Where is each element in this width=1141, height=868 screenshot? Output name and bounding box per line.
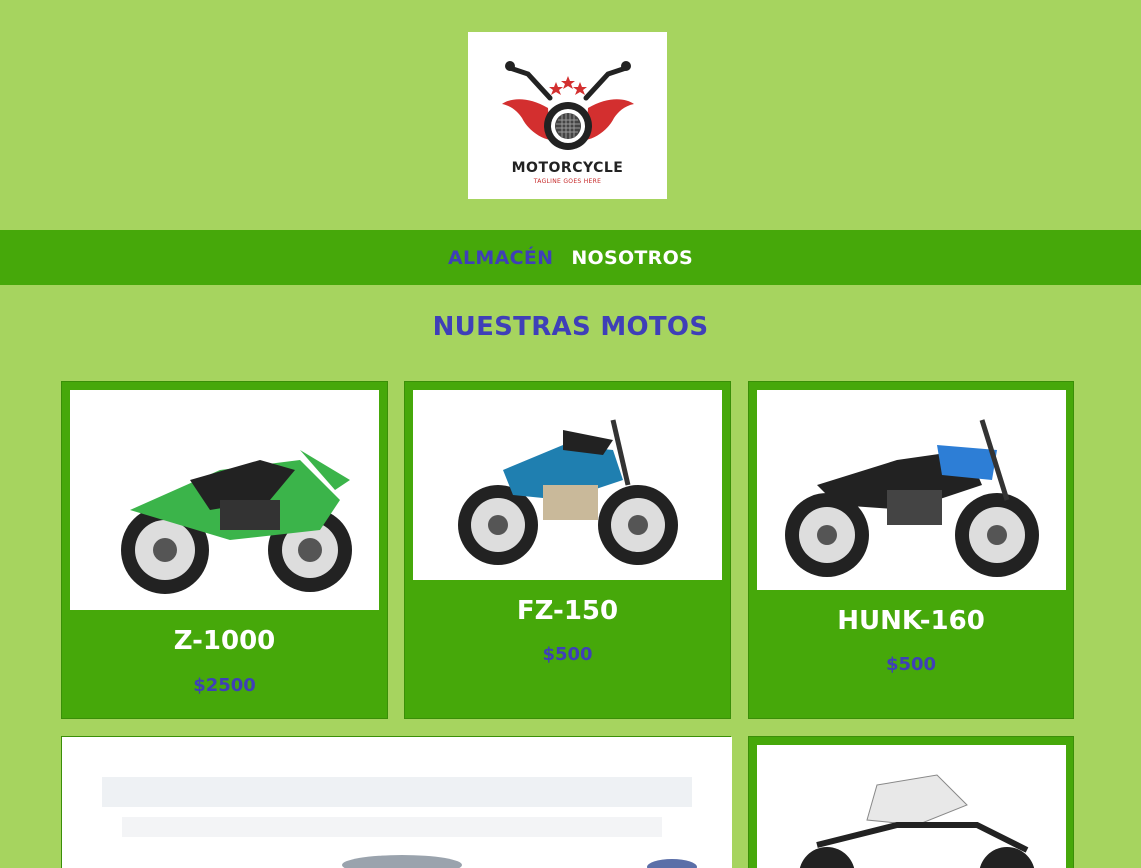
nav-item-almacen[interactable]: ALMACÉN [448, 247, 553, 269]
motorcycle-image-icon [757, 745, 1066, 868]
product-image[interactable] [757, 390, 1066, 590]
brand-name: MOTORCYCLE [511, 160, 624, 176]
product-name: FZ-150 [516, 596, 619, 626]
motorcycle-image-icon [62, 737, 732, 868]
page-title: NUESTRAS MOTOS [432, 312, 709, 342]
product-card[interactable] [61, 736, 732, 868]
motorcycle-image-icon [757, 390, 1066, 590]
motorcycle-image-icon [413, 390, 722, 580]
product-price: $500 [542, 644, 593, 665]
motorcycle-image-icon [70, 390, 379, 610]
product-card[interactable]: HUNK-160 $500 [748, 381, 1074, 719]
product-image[interactable] [413, 390, 722, 580]
product-image[interactable] [70, 390, 379, 610]
product-card[interactable] [748, 736, 1074, 868]
brand-logo[interactable]: MOTORCYCLE TAGLINE GOES HERE [468, 32, 667, 199]
product-card[interactable]: Z-1000 $2500 [61, 381, 388, 719]
brand-tagline: TAGLINE GOES HERE [533, 178, 602, 185]
nav-item-nosotros[interactable]: NOSOTROS [571, 247, 693, 269]
motorcycle-logo-icon [501, 61, 634, 150]
product-name: HUNK-160 [837, 606, 985, 636]
product-image[interactable] [757, 745, 1066, 868]
product-image[interactable] [62, 737, 732, 868]
main-nav: ALMACÉN NOSOTROS [0, 230, 1141, 285]
product-name: Z-1000 [173, 626, 276, 656]
product-card[interactable]: FZ-150 $500 [404, 381, 731, 719]
product-price: $500 [885, 654, 937, 675]
product-price: $2500 [193, 675, 256, 696]
